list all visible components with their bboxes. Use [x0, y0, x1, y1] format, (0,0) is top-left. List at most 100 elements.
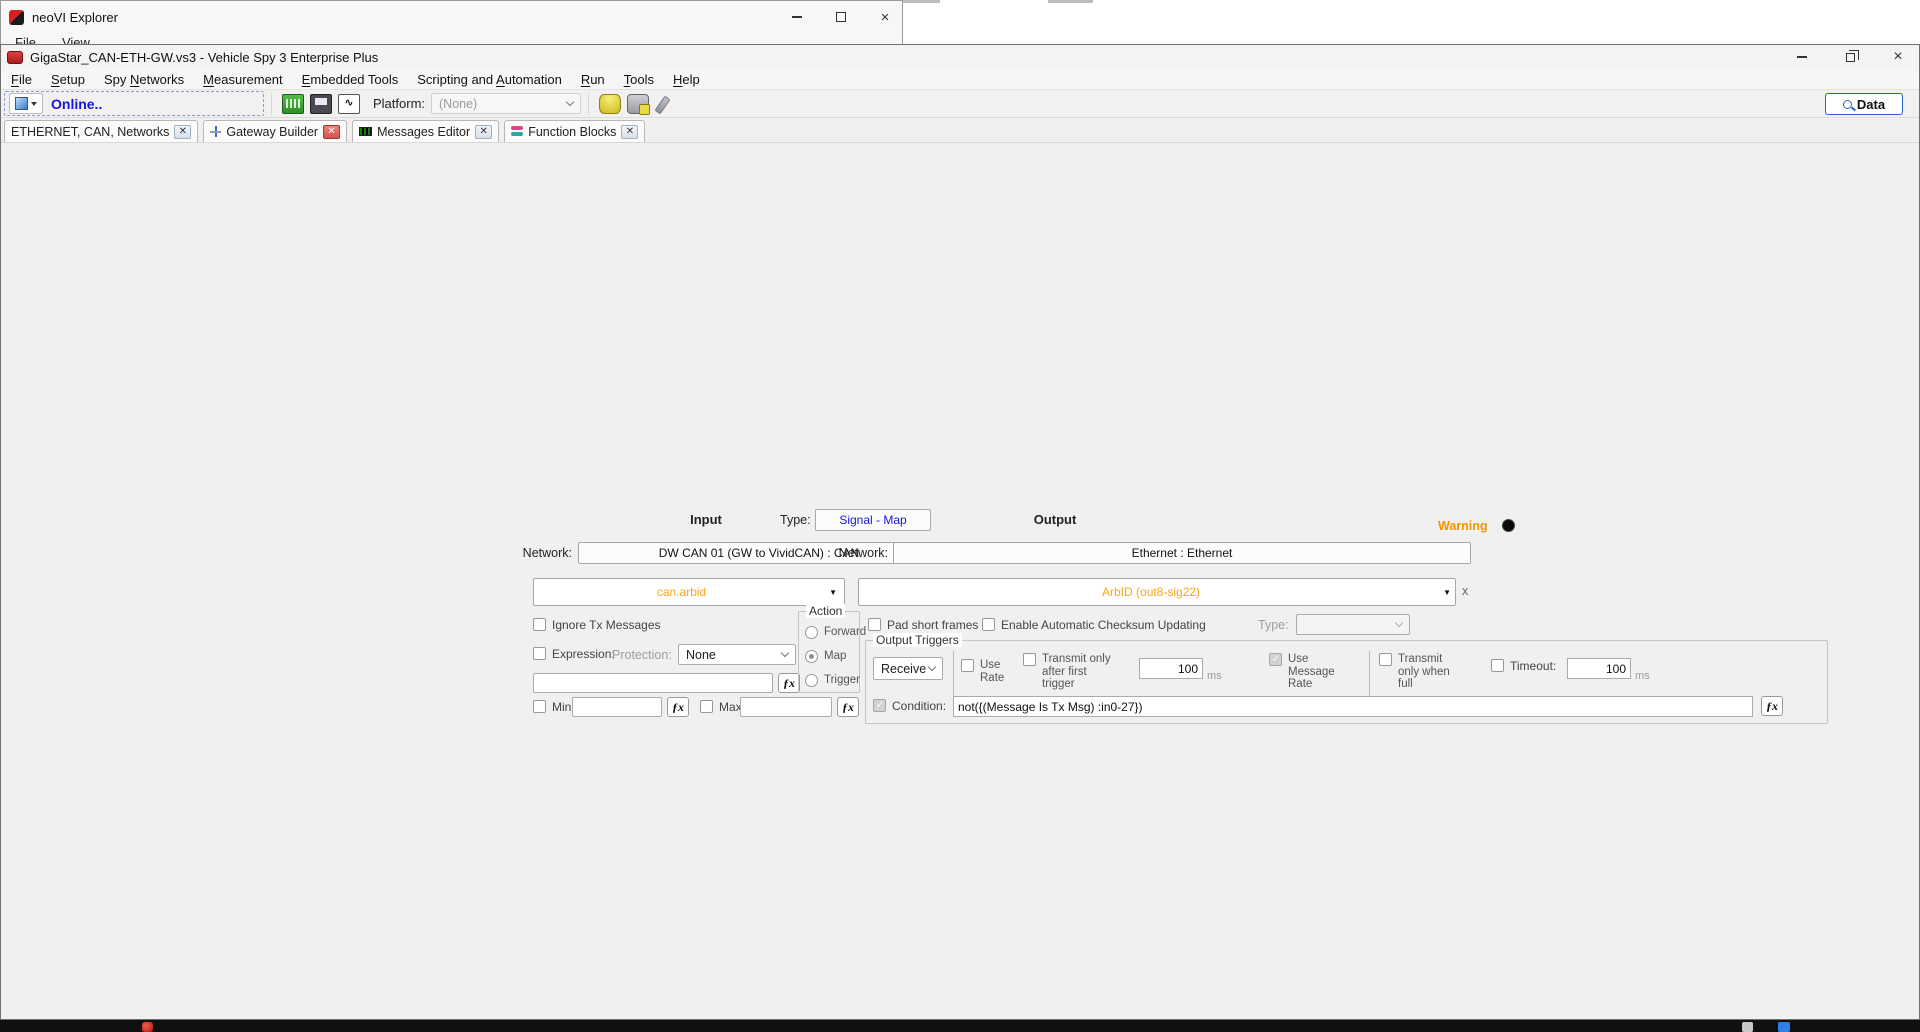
- warning-label: Warning: [1438, 519, 1488, 533]
- use-message-rate-label: Use Message Rate: [1288, 653, 1346, 691]
- wrench-icon[interactable]: [655, 94, 677, 114]
- neovi-maximize-button[interactable]: [832, 9, 850, 25]
- menu-help[interactable]: Help: [673, 72, 700, 87]
- setup-panel-content: Input Type: Signal - Map Output Warning …: [0, 499, 1920, 746]
- menu-spy-networks[interactable]: Spy Networks: [104, 72, 184, 87]
- restore-button[interactable]: [1841, 49, 1859, 65]
- input-section-header: Input: [646, 512, 766, 527]
- expression-checkbox[interactable]: [533, 647, 546, 660]
- pad-short-frames-checkbox[interactable]: [868, 618, 881, 631]
- close-icon[interactable]: ✕: [174, 125, 191, 139]
- forward-radio[interactable]: [805, 626, 818, 639]
- taskbar-icon[interactable]: [1778, 1022, 1790, 1032]
- condition-checkbox[interactable]: [873, 699, 886, 712]
- menu-setup[interactable]: Setup: [51, 72, 85, 87]
- timeout-input[interactable]: 100: [1567, 658, 1631, 679]
- taskbar[interactable]: [0, 1020, 1920, 1032]
- forward-label: Forward: [824, 626, 866, 639]
- tab-function-blocks[interactable]: Function Blocks✕: [504, 120, 645, 142]
- menu-scripting-and-automation[interactable]: Scripting and Automation: [417, 72, 562, 87]
- type2-select[interactable]: [1296, 614, 1410, 635]
- taskbar-app-icon[interactable]: [142, 1022, 153, 1032]
- chevron-down-icon: [566, 98, 574, 106]
- output-network-label: Network:: [828, 546, 888, 560]
- dropdown-arrow-icon: [31, 102, 37, 106]
- tab-messages-editor[interactable]: Messages Editor✕: [352, 120, 499, 142]
- transmit-after-checkbox[interactable]: [1023, 653, 1036, 666]
- online-label[interactable]: Online..: [51, 96, 102, 112]
- min-input[interactable]: [572, 697, 662, 717]
- trigger-mode-select[interactable]: Receive: [873, 657, 943, 680]
- fx-button[interactable]: ƒx: [837, 697, 859, 717]
- menu-run[interactable]: Run: [581, 72, 605, 87]
- map-label: Map: [824, 650, 846, 663]
- tab-gateway-builder[interactable]: Gateway Builder✕: [203, 120, 347, 142]
- neovi-close-button[interactable]: ×: [876, 9, 894, 25]
- document-tabs: ETHERNET, CAN, Networks✕ Gateway Builder…: [1, 118, 1919, 143]
- platform-label: Platform:: [373, 96, 425, 111]
- max-input[interactable]: [740, 697, 832, 717]
- database-icon[interactable]: [599, 94, 621, 114]
- output-triggers-title: Output Triggers: [873, 633, 962, 647]
- action-group: Action Forward Map Trigger: [798, 611, 860, 693]
- condition-input[interactable]: not({(Message Is Tx Msg) :in0-27}): [953, 696, 1753, 717]
- transmit-after-label: Transmit only after first trigger: [1042, 653, 1122, 691]
- fx-button[interactable]: ƒx: [778, 673, 800, 693]
- tab-ethernet-can-networks[interactable]: ETHERNET, CAN, Networks✕: [4, 120, 198, 142]
- use-rate-label: Use Rate: [980, 659, 1014, 684]
- protection-select[interactable]: None: [678, 644, 796, 665]
- max-checkbox[interactable]: [700, 700, 713, 713]
- rate-input[interactable]: 100: [1139, 658, 1203, 679]
- save-icon[interactable]: [310, 94, 332, 114]
- network-hardware-icon[interactable]: [282, 94, 304, 114]
- menu-embedded-tools[interactable]: Embedded Tools: [302, 72, 399, 87]
- minimize-button[interactable]: [1793, 49, 1811, 65]
- close-button[interactable]: ×: [1889, 49, 1907, 65]
- window-title: GigaStar_CAN-ETH-GW.vs3 - Vehicle Spy 3 …: [30, 50, 378, 65]
- map-radio[interactable]: [805, 650, 818, 663]
- condition-label: Condition:: [892, 699, 946, 713]
- pad-short-frames-label: Pad short frames: [887, 618, 978, 632]
- close-icon[interactable]: ✕: [323, 125, 340, 139]
- trigger-label: Trigger: [824, 674, 860, 687]
- transmit-full-checkbox[interactable]: [1379, 653, 1392, 666]
- main-title-bar[interactable]: GigaStar_CAN-ETH-GW.vs3 - Vehicle Spy 3 …: [1, 45, 1919, 69]
- neovi-minimize-button[interactable]: [788, 9, 806, 25]
- app-icon: [7, 51, 23, 64]
- expression-input[interactable]: [533, 673, 773, 693]
- online-button-group[interactable]: Online..: [4, 91, 264, 116]
- menu-tools[interactable]: Tools: [624, 72, 654, 87]
- timeout-checkbox[interactable]: [1491, 659, 1504, 672]
- chevron-down-icon: [781, 649, 789, 657]
- type-label: Type:: [780, 513, 811, 527]
- close-icon[interactable]: ✕: [621, 125, 638, 139]
- menu-measurement[interactable]: Measurement: [203, 72, 283, 87]
- trigger-radio[interactable]: [805, 674, 818, 687]
- output-signal-select[interactable]: ArbID (out8-sig22) ▼: [858, 578, 1456, 606]
- ignore-tx-label: Ignore Tx Messages: [552, 618, 661, 632]
- neovi-title-bar[interactable]: neoVI Explorer ×: [1, 1, 902, 33]
- remove-signal-x[interactable]: x: [1462, 584, 1468, 598]
- type-value-box[interactable]: Signal - Map: [815, 509, 931, 531]
- menu-file[interactable]: File: [11, 72, 32, 87]
- fx-button[interactable]: ƒx: [667, 697, 689, 717]
- menu-bar: File Setup Spy Networks Measurement Embedded…: [1, 69, 1919, 90]
- neovi-title-text: neoVI Explorer: [32, 10, 118, 25]
- toolbar: Online.. ∿ Platform: (None) Data: [1, 90, 1919, 118]
- ignore-tx-checkbox[interactable]: [533, 618, 546, 631]
- spy-mode-split-button[interactable]: [9, 93, 43, 114]
- fx-button[interactable]: ƒx: [1761, 696, 1783, 716]
- scope-icon[interactable]: ∿: [338, 94, 360, 114]
- use-message-rate-checkbox[interactable]: [1269, 653, 1282, 666]
- platform-select[interactable]: (None): [431, 93, 581, 114]
- min-checkbox[interactable]: [533, 700, 546, 713]
- protection-label: Protection:: [612, 648, 672, 662]
- close-icon[interactable]: ✕: [475, 125, 492, 139]
- taskbar-icon[interactable]: [1742, 1022, 1753, 1032]
- checksum-checkbox[interactable]: [982, 618, 995, 631]
- spy-grid-icon: [15, 97, 28, 110]
- input-signal-select[interactable]: can.arbid ▼: [533, 578, 845, 606]
- data-button[interactable]: Data: [1825, 93, 1903, 115]
- database-add-icon[interactable]: [627, 94, 649, 114]
- use-rate-checkbox[interactable]: [961, 659, 974, 672]
